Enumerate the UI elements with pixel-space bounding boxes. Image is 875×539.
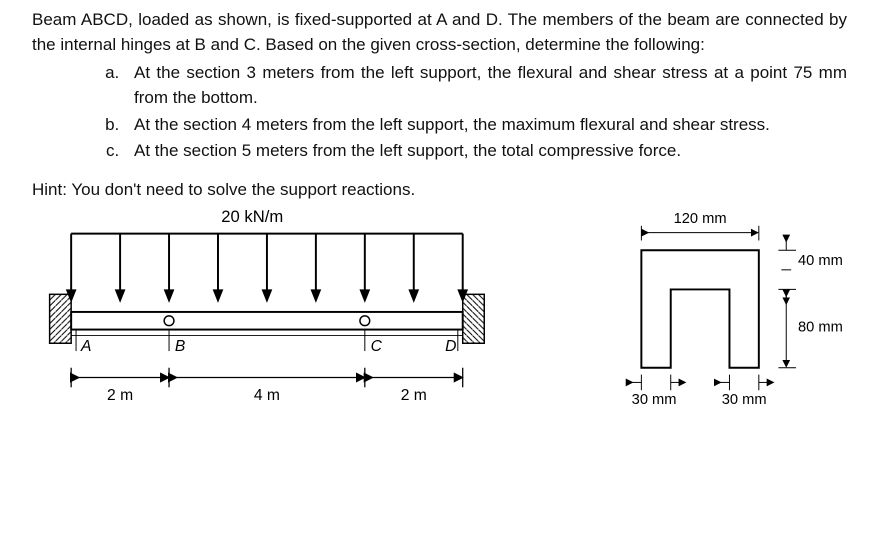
part-a: At the section 3 meters from the left su…: [124, 61, 847, 110]
dim-leg-left: 30 mm: [632, 392, 677, 408]
part-c: At the section 5 meters from the left su…: [124, 139, 847, 164]
part-b: At the section 4 meters from the left su…: [124, 113, 847, 138]
dim-leg-h: 80 mm: [798, 320, 843, 336]
hint: Hint: You don't need to solve the suppor…: [32, 178, 847, 203]
label-C: C: [371, 339, 383, 356]
load-label: 20 kN/m: [221, 207, 283, 226]
span-2: 4 m: [254, 388, 280, 405]
parts-list: At the section 3 meters from the left su…: [124, 61, 847, 164]
cross-section-diagram: 120 mm 40 mm 80 mm 30 mm 30 mm: [612, 204, 847, 414]
label-B: B: [175, 339, 185, 356]
dim-flange-h: 40 mm: [798, 253, 843, 269]
span-3: 2 m: [401, 388, 427, 405]
span-1: 2 m: [107, 388, 133, 405]
problem-intro: Beam ABCD, loaded as shown, is fixed-sup…: [32, 8, 847, 57]
label-A: A: [80, 339, 91, 356]
label-D: D: [445, 339, 456, 356]
beam-diagram: 20 kN/m A B C D 2 m 4 m 2 m: [32, 204, 492, 414]
dim-top-width: 120 mm: [674, 211, 727, 227]
dim-leg-right: 30 mm: [722, 392, 767, 408]
